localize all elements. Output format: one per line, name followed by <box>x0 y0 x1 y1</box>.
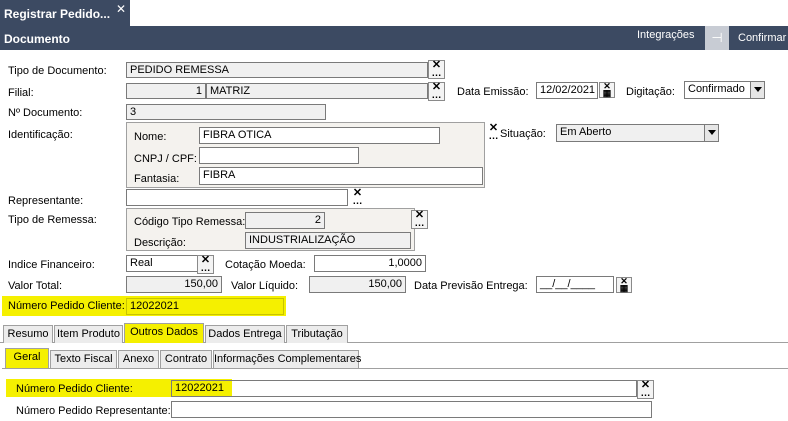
valor-total-label: Valor Total: <box>8 280 63 292</box>
confirm-button[interactable]: Confirmar <box>738 32 786 44</box>
indice-financeiro-label: Indice Financeiro: <box>8 259 95 271</box>
chevron-down-icon[interactable] <box>750 82 764 98</box>
header-bar: Documento Integrações ⊣ Confirmar <box>0 26 788 50</box>
filial-label: Filial: <box>8 87 34 99</box>
valor-liquido-label: Valor Líquido: <box>231 280 299 292</box>
pin-icon[interactable]: ⊣ <box>705 26 729 50</box>
calendar-icon[interactable]: ✕ ▦ <box>616 277 632 293</box>
close-icon[interactable]: ✕ <box>116 2 126 16</box>
subtab-texto-fiscal[interactable]: Texto Fiscal <box>50 350 117 368</box>
cnpj-label: CNPJ / CPF: <box>134 153 197 165</box>
geral-num-pedido-cliente-lookup-button[interactable]: ✕… <box>637 380 654 399</box>
descricao-label: Descrição: <box>134 237 186 249</box>
geral-num-pedido-cliente-field[interactable]: 12022021 <box>171 380 637 397</box>
sub-tab-strip <box>2 368 788 369</box>
identificacao-panel: Nome: FIBRA OTICA CNPJ / CPF: Fantasia: … <box>126 122 485 188</box>
subtab-geral[interactable]: Geral <box>5 348 49 368</box>
ellipsis-icon: … <box>200 263 211 274</box>
representante-label: Representante: <box>8 195 84 207</box>
page-title: Documento <box>4 32 70 46</box>
tipo-remessa-lookup-button[interactable]: ✕… <box>411 210 428 229</box>
representante-field[interactable] <box>126 189 348 206</box>
tab-item-produto[interactable]: Item Produto <box>54 325 123 343</box>
num-pedido-cliente-field[interactable]: 12022021 <box>126 298 284 315</box>
valor-total-field[interactable]: 150,00 <box>126 276 222 293</box>
integrations-button[interactable]: Integrações <box>637 29 694 41</box>
data-previsao-field[interactable]: __/__/____ <box>536 276 614 293</box>
tab-outros-dados[interactable]: Outros Dados <box>124 323 204 343</box>
tipo-documento-label: Tipo de Documento: <box>8 65 107 77</box>
geral-num-pedido-representante-label: Número Pedido Representante: <box>16 405 171 417</box>
tipo-remessa-label: Tipo de Remessa: <box>8 214 97 226</box>
tab-dados-entrega[interactable]: Dados Entrega <box>205 325 285 343</box>
filial-lookup-button[interactable]: ✕… <box>428 82 445 101</box>
valor-liquido-field[interactable]: 150,00 <box>309 276 406 293</box>
tab-resumo[interactable]: Resumo <box>3 325 53 343</box>
nome-field[interactable]: FIBRA OTICA <box>199 127 440 144</box>
situacao-value: Em Aberto <box>560 126 612 138</box>
data-emissao-label: Data Emissão: <box>457 86 529 98</box>
calendar-icon[interactable]: ✕ ▦ <box>599 82 615 98</box>
ellipsis-icon: … <box>640 388 651 399</box>
tab-tributacao[interactable]: Tributação <box>286 325 348 343</box>
situacao-select[interactable]: Em Aberto <box>556 124 719 142</box>
fantasia-label: Fantasia: <box>134 173 180 185</box>
digitacao-label: Digitação: <box>626 86 675 98</box>
ellipsis-icon: … <box>431 68 442 79</box>
ellipsis-icon: … <box>431 90 442 101</box>
indice-financeiro-field[interactable]: Real <box>126 255 198 272</box>
digitacao-select[interactable]: Confirmado <box>684 81 765 99</box>
fantasia-field[interactable]: FIBRA <box>199 167 483 185</box>
geral-num-pedido-representante-field[interactable] <box>171 401 652 418</box>
digitacao-value: Confirmado <box>688 83 745 95</box>
data-emissao-field[interactable]: 12/02/2021 <box>536 82 598 99</box>
subtab-informacoes-complementares[interactable]: Informações Complementares <box>213 350 361 368</box>
cotacao-moeda-label: Cotação Moeda: <box>225 259 306 271</box>
data-previsao-label: Data Previsão Entrega: <box>414 280 528 292</box>
identificacao-label: Identificação: <box>8 129 73 141</box>
tipo-documento-field[interactable]: PEDIDO REMESSA <box>126 62 428 78</box>
codigo-tipo-remessa-label: Código Tipo Remessa: <box>134 216 246 228</box>
cotacao-moeda-field[interactable]: 1,0000 <box>314 255 426 272</box>
ellipsis-icon: … <box>352 196 363 207</box>
num-pedido-cliente-label: Número Pedido Cliente: <box>8 300 125 312</box>
window-tab[interactable]: Registrar Pedido... ✕ <box>0 0 130 26</box>
ellipsis-icon: … <box>414 218 425 229</box>
filial-name-field[interactable]: MATRIZ <box>206 83 428 99</box>
geral-num-pedido-cliente-label: Número Pedido Cliente: <box>16 383 133 395</box>
window-tab-title: Registrar Pedido... <box>4 7 111 21</box>
chevron-down-icon[interactable] <box>704 125 718 141</box>
subtab-contrato[interactable]: Contrato <box>160 350 212 368</box>
num-documento-field[interactable]: 3 <box>126 104 326 120</box>
subtab-anexo[interactable]: Anexo <box>118 350 159 368</box>
num-documento-label: Nº Documento: <box>8 107 83 119</box>
codigo-tipo-remessa-field[interactable]: 2 <box>245 212 325 229</box>
indice-financeiro-lookup-button[interactable]: ✕… <box>197 255 214 274</box>
nome-label: Nome: <box>134 131 167 143</box>
situacao-label: Situação: <box>500 128 546 140</box>
filial-code-field[interactable]: 1 <box>126 83 206 99</box>
descricao-field[interactable]: INDUSTRIALIZAÇÃO <box>245 232 411 249</box>
tipo-documento-lookup-button[interactable]: ✕… <box>428 60 445 79</box>
representante-lookup-button[interactable]: ✕… <box>349 188 366 208</box>
geral-num-pedido-cliente-value: 12022021 <box>175 382 232 394</box>
tipo-remessa-panel: Código Tipo Remessa: 2 Descrição: INDUST… <box>126 208 415 251</box>
cnpj-field[interactable] <box>199 147 359 164</box>
